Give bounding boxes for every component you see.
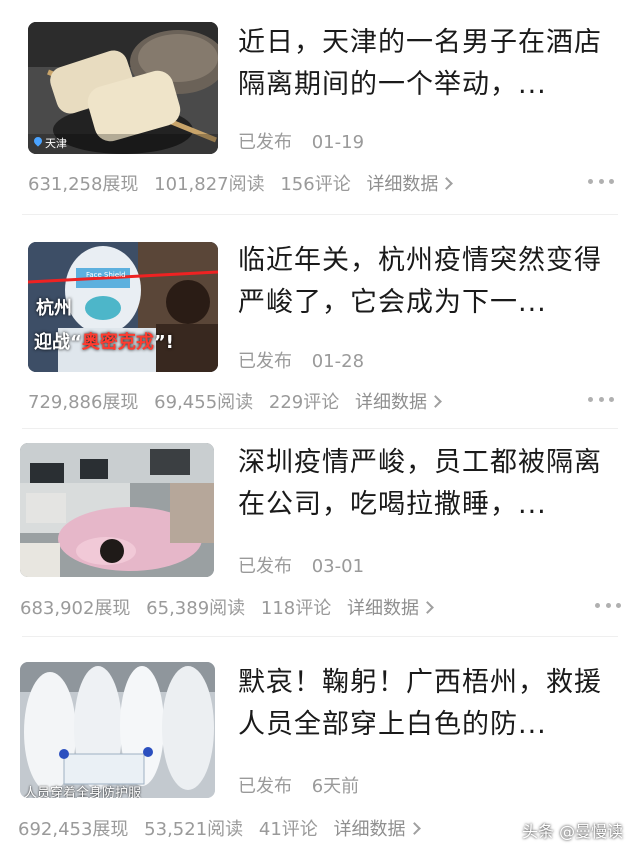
publish-status: 已发布 bbox=[238, 132, 292, 153]
publish-date: 01-19 bbox=[311, 132, 365, 153]
article-status: 已发布 01-28 bbox=[238, 347, 364, 373]
thumbnail-headline-suffix: ”! bbox=[153, 332, 174, 353]
detail-data-label: 详细数据 bbox=[346, 598, 419, 619]
more-dots-icon[interactable] bbox=[595, 595, 621, 615]
article-stats: 631,258展现 101,827阅读 156评论 详细数据 bbox=[28, 170, 461, 196]
article-stats: 692,453展现 53,521阅读 41评论 详细数据 bbox=[18, 815, 429, 841]
chevron-right-icon bbox=[440, 177, 454, 190]
thumbnail-caption: 天津 bbox=[45, 137, 67, 150]
more-dots-icon[interactable] bbox=[588, 171, 614, 191]
article-thumbnail[interactable]: 天津 bbox=[28, 22, 218, 154]
reads-count: 101,827阅读 bbox=[154, 174, 265, 195]
chevron-right-icon bbox=[421, 601, 434, 614]
article-thumbnail[interactable] bbox=[20, 443, 214, 577]
article-stats: 683,902展现 65,389阅读 118评论 详细数据 bbox=[20, 594, 442, 620]
face-shield-badge: Face Shield bbox=[86, 271, 126, 279]
impressions-count: 729,886展现 bbox=[28, 392, 139, 413]
article-thumbnail[interactable]: Face Shield 杭州 迎战“奥密克戎”! bbox=[28, 242, 218, 372]
comments-count: 229评论 bbox=[268, 392, 340, 413]
reads-count: 53,521阅读 bbox=[144, 819, 244, 840]
watermark: 头条 @曼慢读 bbox=[522, 822, 624, 841]
article-title[interactable]: 近日，天津的一名男子在酒店隔离期间的一个举动，... bbox=[238, 22, 618, 106]
rescue-workers-photo bbox=[20, 662, 215, 798]
impressions-count: 631,258展现 bbox=[28, 174, 139, 195]
chevron-right-icon bbox=[429, 395, 442, 408]
thumbnail-headline: 迎战“奥密克戎”! bbox=[34, 328, 174, 354]
office-quarantine-photo bbox=[20, 443, 214, 577]
publish-date: 6天前 bbox=[311, 776, 360, 797]
comments-count: 41评论 bbox=[258, 819, 318, 840]
article-thumbnail[interactable]: 人员穿着全身防护服 bbox=[20, 662, 215, 798]
comments-count: 118评论 bbox=[260, 598, 332, 619]
impressions-count: 692,453展现 bbox=[18, 819, 129, 840]
publish-date: 03-01 bbox=[311, 556, 365, 577]
divider bbox=[22, 214, 618, 215]
detail-data-link[interactable]: 详细数据 bbox=[346, 598, 434, 619]
divider bbox=[22, 428, 618, 429]
reads-count: 65,389阅读 bbox=[146, 598, 246, 619]
impressions-count: 683,902展现 bbox=[20, 598, 131, 619]
article-card-1[interactable]: 天津 近日，天津的一名男子在酒店隔离期间的一个举动，... 已发布 01-19 … bbox=[0, 0, 640, 210]
divider bbox=[22, 636, 618, 637]
article-status: 已发布 03-01 bbox=[238, 552, 364, 578]
thumbnail-caption: 人员穿着全身防护服 bbox=[24, 786, 142, 798]
publish-status: 已发布 bbox=[238, 351, 292, 372]
publish-status: 已发布 bbox=[238, 556, 292, 577]
thumbnail-city-label: 杭州 bbox=[36, 298, 72, 319]
detail-data-label: 详细数据 bbox=[333, 819, 406, 840]
publish-date: 01-28 bbox=[311, 351, 365, 372]
detail-data-link[interactable]: 详细数据 bbox=[366, 174, 454, 195]
detail-data-link[interactable]: 详细数据 bbox=[354, 392, 442, 413]
comments-count: 156评论 bbox=[280, 174, 351, 195]
reads-count: 69,455阅读 bbox=[154, 392, 254, 413]
detail-data-label: 详细数据 bbox=[354, 392, 427, 413]
article-title[interactable]: 深圳疫情严峻，员工都被隔离在公司，吃喝拉撒睡，... bbox=[238, 442, 618, 526]
publish-status: 已发布 bbox=[238, 776, 292, 797]
more-dots-icon[interactable] bbox=[588, 389, 614, 409]
article-title[interactable]: 默哀！鞠躬！广西梧州，救援人员全部穿上白色的防... bbox=[238, 662, 618, 746]
article-title[interactable]: 临近年关，杭州疫情突然变得严峻了，它会成为下一... bbox=[238, 240, 618, 324]
article-status: 已发布 6天前 bbox=[238, 772, 359, 798]
article-stats: 729,886展现 69,455阅读 229评论 详细数据 bbox=[28, 388, 450, 414]
chevron-right-icon bbox=[407, 822, 421, 835]
thumbnail-headline-prefix: 迎战“ bbox=[34, 332, 82, 353]
thumbnail-headline-highlight: 奥密克戎 bbox=[81, 332, 154, 353]
detail-data-label: 详细数据 bbox=[366, 174, 439, 195]
detail-data-link[interactable]: 详细数据 bbox=[333, 819, 421, 840]
article-status: 已发布 01-19 bbox=[238, 128, 364, 154]
